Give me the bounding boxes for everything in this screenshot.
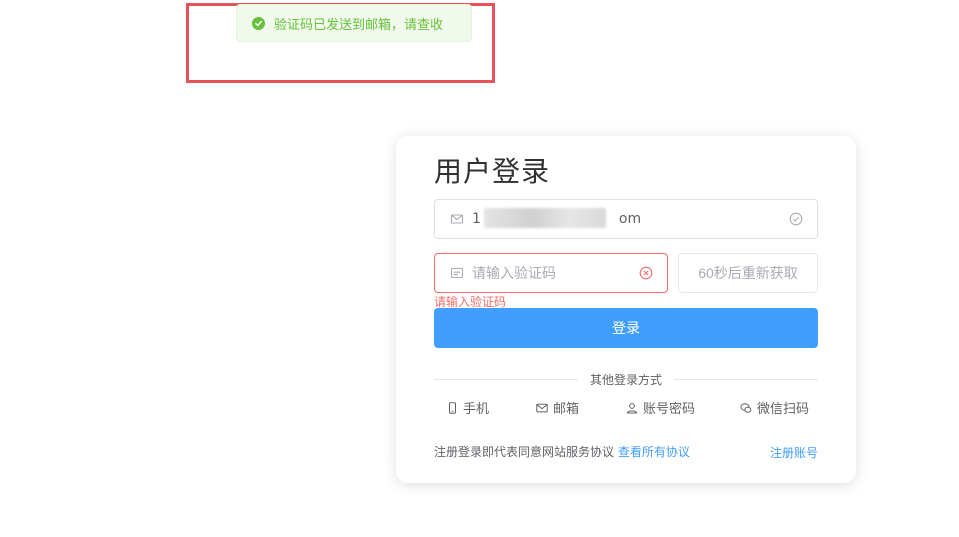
phone-icon — [449, 401, 456, 414]
other-login-divider: 其他登录方式 — [434, 372, 819, 387]
login-methods: 手机 邮箱 账号密码 微信扫码 — [434, 398, 818, 418]
login-card: 用户登录 1 om 请输入验证码 60秒后重新获取 请输入验证码 登录 其他登录方… — [396, 136, 856, 483]
agreement-text: 注册登录即代表同意网站服务协议 — [434, 445, 615, 459]
resend-code-button[interactable]: 60秒后重新获取 — [678, 253, 818, 293]
check-circle-icon — [789, 212, 803, 226]
wechat-icon — [740, 402, 752, 413]
verification-code-input[interactable]: 请输入验证码 — [434, 253, 668, 293]
envelope-icon — [450, 212, 464, 226]
login-method-mail[interactable]: 邮箱 — [536, 398, 579, 417]
message-icon — [450, 266, 464, 280]
redacted-mask — [484, 208, 606, 228]
register-link[interactable]: 注册账号 — [770, 444, 818, 461]
success-check-icon — [252, 16, 265, 30]
login-method-password[interactable]: 账号密码 — [626, 398, 695, 417]
page-title: 用户登录 — [434, 155, 551, 188]
email-value: 1 om — [472, 208, 789, 228]
success-toast: 验证码已发送到邮箱，请查收 — [236, 4, 472, 42]
login-method-phone[interactable]: 手机 — [447, 398, 489, 417]
code-placeholder: 请输入验证码 — [472, 266, 556, 282]
login-method-wechat[interactable]: 微信扫码 — [740, 398, 809, 417]
email-input[interactable]: 1 om — [434, 199, 818, 239]
divider-label: 其他登录方式 — [590, 372, 663, 387]
login-button[interactable]: 登录 — [434, 308, 818, 348]
email-value-prefix: 1 — [472, 211, 481, 227]
mail-icon — [536, 403, 548, 412]
user-icon — [626, 402, 638, 413]
agreement-notice: 注册登录即代表同意网站服务协议 查看所有协议 — [434, 443, 690, 460]
error-circle-icon[interactable] — [639, 266, 653, 280]
email-value-suffix: om — [618, 211, 642, 227]
toast-message: 验证码已发送到邮箱，请查收 — [274, 17, 444, 33]
view-agreements-link[interactable]: 查看所有协议 — [618, 445, 690, 459]
